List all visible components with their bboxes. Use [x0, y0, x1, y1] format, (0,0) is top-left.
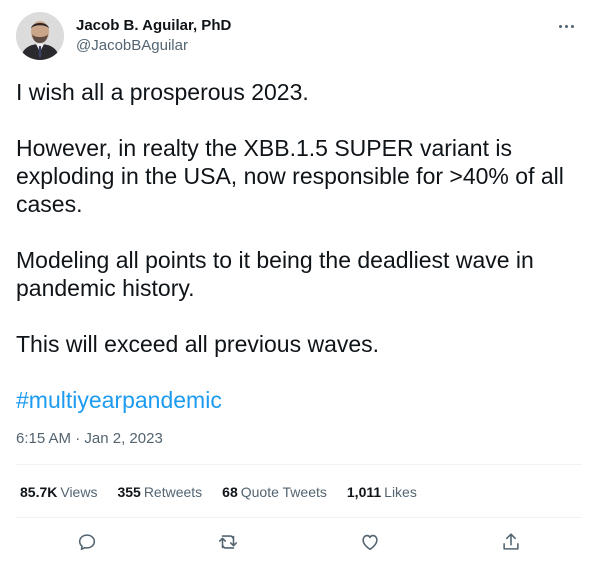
- tweet-paragraph: I wish all a prosperous 2023.: [16, 79, 309, 105]
- retweet-button[interactable]: [212, 526, 244, 558]
- profile-photo-icon: [16, 12, 64, 60]
- share-button[interactable]: [495, 526, 527, 558]
- retweets-label: Retweets: [143, 484, 203, 500]
- quote-tweets-label: Quote Tweets: [240, 484, 327, 500]
- divider: [16, 464, 582, 465]
- tweet-stats: 85.7K Views 355 Retweets 68 Quote Tweets 1,…: [20, 482, 437, 502]
- share-icon: [503, 533, 519, 550]
- quote-tweets-count: 68: [222, 484, 238, 500]
- user-names: Jacob B. Aguilar, PhD @JacobBAguilar: [76, 16, 231, 56]
- heart-icon: [362, 534, 378, 551]
- retweet-icon: [218, 535, 238, 549]
- like-button[interactable]: [354, 526, 386, 558]
- tweet-date-link[interactable]: Jan 2, 2023: [84, 430, 162, 447]
- tweet-card: Jacob B. Aguilar, PhD @JacobBAguilar I w…: [0, 0, 598, 565]
- avatar[interactable]: [16, 12, 64, 60]
- tweet-paragraph: However, in realty the XBB.1.5 SUPER var…: [16, 135, 564, 217]
- tweet-paragraph: Modeling all points to it being the dead…: [16, 247, 534, 301]
- tweet-actions: [16, 526, 582, 558]
- reply-button[interactable]: [71, 526, 103, 558]
- hashtag-link[interactable]: #multiyearpandemic: [16, 386, 582, 414]
- views-count: 85.7K: [20, 484, 58, 500]
- likes-count: 1,011: [346, 484, 382, 500]
- tweet-time-link[interactable]: 6:15 AM: [16, 430, 71, 447]
- reply-icon: [78, 534, 96, 551]
- retweets-count: 355: [117, 484, 141, 500]
- timestamp-separator: ·: [75, 430, 81, 447]
- likes-stat[interactable]: 1,011 Likes: [347, 482, 417, 502]
- display-name[interactable]: Jacob B. Aguilar, PhD: [76, 16, 231, 36]
- user-handle[interactable]: @JacobBAguilar: [76, 36, 231, 56]
- tweet-paragraph: This will exceed all previous waves.: [16, 331, 380, 357]
- tweet-header: Jacob B. Aguilar, PhD @JacobBAguilar: [16, 12, 582, 62]
- divider: [16, 517, 582, 518]
- retweets-stat[interactable]: 355 Retweets: [117, 482, 202, 502]
- tweet-timestamp: 6:15 AM · Jan 2, 2023: [16, 429, 163, 449]
- likes-label: Likes: [384, 484, 417, 500]
- views-label: Views: [60, 484, 98, 500]
- more-options-icon[interactable]: [550, 12, 582, 40]
- views-stat[interactable]: 85.7K Views: [20, 482, 97, 502]
- quote-tweets-stat[interactable]: 68 Quote Tweets: [222, 482, 327, 502]
